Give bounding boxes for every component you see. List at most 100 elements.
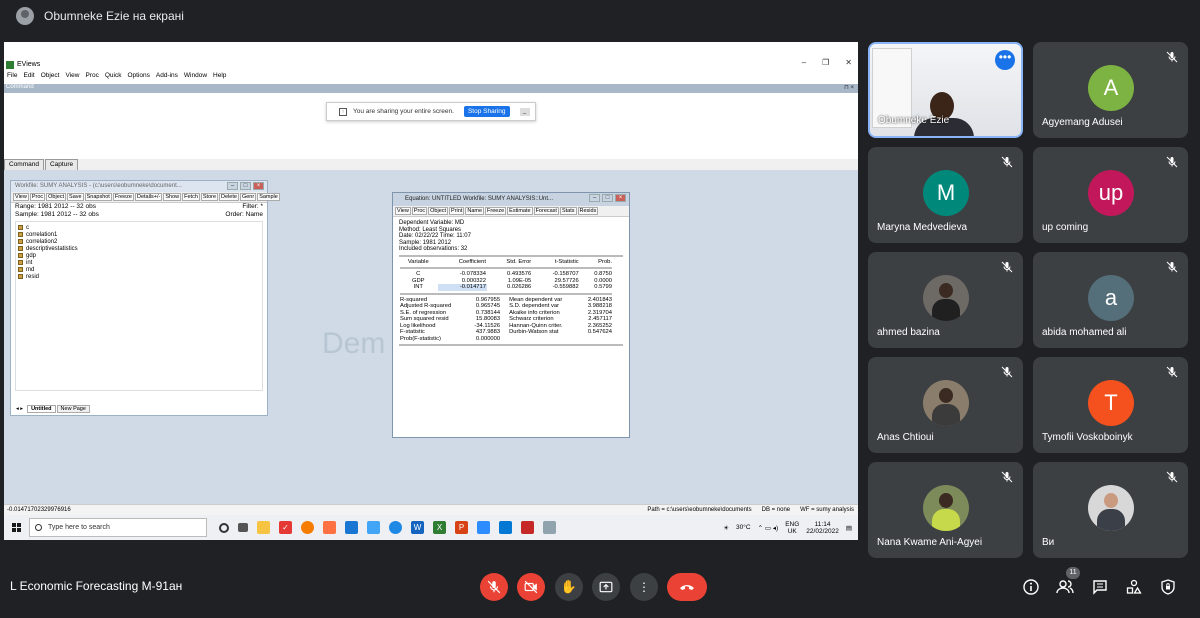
equation-title-bar[interactable]: Equation: UNTITLED Workfile: SUMY ANALYS… [393,193,629,206]
wf-fetch-button[interactable]: Fetch [182,193,200,201]
eq-name-button[interactable]: Name [465,207,485,215]
list-item[interactable]: int [18,259,260,266]
meeting-details-button[interactable] [1021,577,1041,597]
mail-icon[interactable] [499,521,512,534]
mic-toggle-button[interactable] [480,573,508,601]
tab-command[interactable]: Command [4,159,44,170]
participant-tile[interactable]: A Agyemang Adusei [1033,42,1188,138]
activities-button[interactable] [1124,577,1144,597]
word-icon[interactable]: W [411,521,424,534]
restore-icon[interactable]: □ [240,182,251,190]
tab-untitled[interactable]: Untitled [27,405,56,413]
excel-icon[interactable]: X [433,521,446,534]
participant-tile[interactable]: Nana Kwame Ani-Agyei [868,462,1023,558]
minimize-icon[interactable]: – [802,58,806,67]
task-view-icon[interactable] [238,523,248,532]
participant-tile[interactable]: ahmed bazina [868,252,1023,348]
app-red-check-icon[interactable]: ✓ [279,521,292,534]
menu-object[interactable]: Object [41,72,60,83]
pin-icon[interactable]: ⊓ × [844,84,854,91]
wf-freeze-button[interactable]: Freeze [112,193,134,201]
eq-forecast-button[interactable]: Forecast [533,207,559,215]
wf-sample-button[interactable]: Sample [257,193,280,201]
app-blue-icon[interactable] [345,521,358,534]
participant-tile[interactable]: Anas Chtioui [868,357,1023,453]
firefox-icon[interactable] [301,521,314,534]
leave-call-button[interactable] [667,573,707,601]
menu-quick[interactable]: Quick [105,72,122,83]
windows-start-icon[interactable] [12,523,21,532]
more-options-button[interactable]: ⋮ [630,573,658,601]
eq-proc-button[interactable]: Proc [411,207,428,215]
equation-window[interactable]: Equation: UNTITLED Workfile: SUMY ANALYS… [392,192,630,438]
workfile-title-bar[interactable]: Workfile: SUMY ANALYSIS - (c:\users\eobu… [11,181,267,192]
list-item[interactable]: correlation2 [18,238,260,245]
tab-capture[interactable]: Capture [44,159,79,170]
wf-details-button[interactable]: Details+/- [134,193,163,201]
minimize-icon[interactable]: – [227,182,238,190]
zoom-icon[interactable] [477,521,490,534]
wf-snapshot-button[interactable]: Snapshot [84,193,112,201]
app-gray-icon[interactable] [543,521,556,534]
eq-freeze-button[interactable]: Freeze [485,207,507,215]
shared-screen[interactable]: EViews – ❐ ✕ File Edit Object View Proc … [4,42,858,540]
more-options-icon[interactable]: ••• [995,50,1015,70]
temperature[interactable]: 30°C [736,524,751,531]
menu-proc[interactable]: Proc [85,72,98,83]
wf-view-button[interactable]: View [13,193,29,201]
workfile-range[interactable]: Range: 1981 2012 -- 32 obs [15,203,96,211]
tab-new-page[interactable]: New Page [56,405,90,413]
menu-file[interactable]: File [7,72,17,83]
eq-stats-button[interactable]: Stats [559,207,577,215]
stop-sharing-button[interactable]: Stop Sharing [463,106,510,117]
restore-icon[interactable]: □ [602,194,613,202]
raise-hand-button[interactable]: ✋ [555,573,583,601]
menu-add-ins[interactable]: Add-ins [156,72,178,83]
notification-icon[interactable]: ▤ [846,524,852,532]
hide-share-bar-button[interactable]: _ [519,107,530,116]
menu-edit[interactable]: Edit [23,72,34,83]
workfile-window[interactable]: Workfile: SUMY ANALYSIS - (c:\users\eobu… [10,180,280,416]
wf-show-button[interactable]: Show [163,193,182,201]
list-item[interactable]: gdp [18,252,260,259]
taskbar-search-box[interactable]: Type here to search [29,518,207,537]
close-icon[interactable]: × [615,194,626,202]
wf-store-button[interactable]: Store [200,193,219,201]
menu-view[interactable]: View [65,72,79,83]
edge-icon[interactable] [389,521,402,534]
tray-icons[interactable]: ⌃ ▭ ◂) [758,524,779,532]
wf-proc-button[interactable]: Proc [29,193,46,201]
camera-toggle-button[interactable] [517,573,545,601]
wf-delete-button[interactable]: Delete [219,193,239,201]
close-icon[interactable]: ✕ [845,58,852,67]
eq-estimate-button[interactable]: Estimate [507,207,533,215]
participant-tile[interactable]: M Maryna Medvedieva [868,147,1023,243]
menu-help[interactable]: Help [213,72,226,83]
host-controls-button[interactable] [1158,577,1178,597]
acrobat-icon[interactable] [521,521,534,534]
participant-tile[interactable]: a abida mohamed ali [1033,252,1188,348]
paint-icon[interactable] [323,521,336,534]
weather-icon[interactable]: ☀ [723,524,729,532]
eq-print-button[interactable]: Print [449,207,465,215]
command-area[interactable]: ↑ You are sharing your entire screen. St… [4,93,858,159]
menu-window[interactable]: Window [184,72,207,83]
clock[interactable]: 11:14 22/02/2022 [806,521,839,535]
participant-tile[interactable]: up up coming [1033,147,1188,243]
eviews-taskbar-icon[interactable] [367,521,380,534]
participant-tile[interactable]: T Tymofii Voskoboinyk [1033,357,1188,453]
powerpoint-icon[interactable]: P [455,521,468,534]
workfile-order[interactable]: Order: Name [225,211,263,219]
list-item[interactable]: descriptivestatistics [18,245,260,252]
list-item[interactable]: resid [18,273,260,280]
list-item[interactable]: c [18,224,260,231]
wf-object-button[interactable]: Object [46,193,67,201]
workfile-filter[interactable]: Filter: * [242,203,263,211]
participant-tile[interactable]: Ви [1033,462,1188,558]
chat-button[interactable] [1090,577,1110,597]
wf-genr-button[interactable]: Genr [239,193,257,201]
eq-resids-button[interactable]: Resids [577,207,599,215]
wf-save-button[interactable]: Save [67,193,84,201]
present-button[interactable] [592,573,620,601]
restore-icon[interactable]: ❐ [822,58,829,67]
